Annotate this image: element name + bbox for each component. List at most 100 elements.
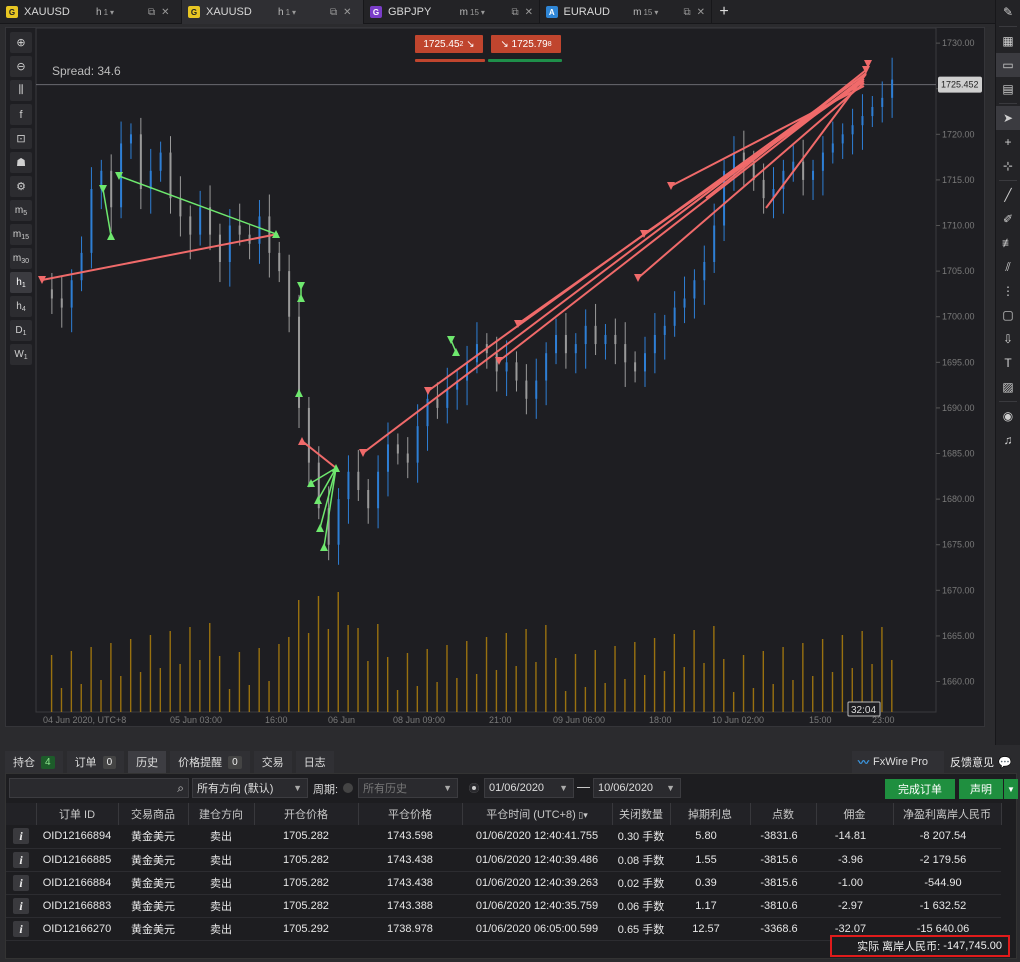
timeframe-h1[interactable]: h1	[10, 272, 32, 293]
add-tab-icon[interactable]: +	[712, 0, 736, 23]
direction-select[interactable]: 所有方向 (默认) ▼	[192, 778, 308, 798]
rectangle-icon[interactable]: ▢	[996, 303, 1020, 327]
candles-icon[interactable]: ⫼	[10, 80, 32, 101]
bottom-tab-3[interactable]: 价格提醒 0	[170, 751, 250, 773]
timeframe-m15[interactable]: m 15	[10, 224, 32, 245]
detach-icon[interactable]: ⧉	[511, 7, 518, 18]
chart-tab-gbpjpy[interactable]: G GBPJPY m 15 ▾ ⧉ ✕	[364, 0, 540, 24]
single-layout-icon[interactable]: ▭	[996, 53, 1020, 77]
timeframe-selector[interactable]: m 15 ▾	[629, 7, 677, 18]
chart-tab-xauusd[interactable]: G XAUUSD h 1 ▾ ⧉ ✕	[0, 0, 182, 24]
chart-tab-euraud[interactable]: A EURAUD m 15 ▾ ⧉ ✕	[540, 0, 712, 24]
column-header[interactable]: 佣金	[816, 803, 894, 825]
grid-layout-icon[interactable]: ▦	[996, 29, 1020, 53]
fib-tool-icon[interactable]: ≢	[996, 231, 1020, 255]
candle-body	[238, 225, 241, 235]
bottom-tab-5[interactable]: 日志	[295, 751, 334, 773]
text-tool-icon[interactable]: T	[996, 351, 1020, 375]
sort-icon[interactable]: ▯▾	[576, 810, 587, 820]
date-range-radio[interactable]	[469, 783, 479, 793]
levels-icon[interactable]: ⋮	[996, 279, 1020, 303]
fxwire-button[interactable]: 〰 FxWire Pro	[852, 751, 944, 773]
close-icon[interactable]: ✕	[161, 7, 169, 18]
info-icon[interactable]: i	[13, 828, 29, 845]
history-search-input[interactable]: ⌕	[9, 778, 189, 798]
detach-icon[interactable]: ⧉	[148, 7, 155, 18]
measure-icon[interactable]: ⊹	[996, 154, 1020, 178]
info-icon[interactable]: i	[13, 920, 29, 937]
timeframe-selector[interactable]: m 15 ▾	[456, 7, 506, 18]
search-icon: ⌕	[177, 780, 184, 795]
bot-icon[interactable]: ⊡	[10, 128, 32, 149]
chart-tab-xauusd[interactable]: G XAUUSD h 1 ▾ ⧉ ✕	[182, 0, 364, 24]
statement-button[interactable]: 声明	[959, 779, 1003, 799]
chart-area[interactable]: 1730.001725.001720.001715.001710.001705.…	[5, 27, 985, 727]
date-to-field[interactable]: 10/06/2020 ▼	[593, 778, 681, 798]
crosshair-icon[interactable]: +	[996, 130, 1020, 154]
facebook-icon[interactable]: f	[10, 104, 32, 125]
column-header[interactable]: 交易商品	[118, 803, 189, 825]
period-select[interactable]: 所有历史 ▼	[358, 778, 458, 798]
period-radio[interactable]	[343, 783, 353, 793]
bottom-tab-4[interactable]: 交易	[253, 751, 292, 773]
close-icon[interactable]: ✕	[343, 7, 351, 18]
candle-body	[347, 471, 350, 500]
total-label: 实际 离岸人民币:	[857, 941, 941, 953]
info-icon[interactable]: i	[13, 851, 29, 868]
timeframe-selector[interactable]: h1 ▾	[274, 7, 324, 18]
column-header[interactable]: 平仓时间 (UTC+8) ▯▾	[462, 803, 613, 825]
bottom-tab-1[interactable]: 订单 0	[66, 751, 125, 773]
column-header[interactable]: 订单 ID	[36, 803, 119, 825]
column-header[interactable]: 关闭数量	[612, 803, 671, 825]
buy-price-button[interactable]: ↘ 1725.79 8	[491, 35, 561, 53]
table-row[interactable]: i OID12166894 黄金美元 卖出 1705.282 1743.598 01/06/…	[6, 825, 1001, 849]
column-header[interactable]: 建仓方向	[188, 803, 255, 825]
arrow-down-icon[interactable]: ⇩	[996, 327, 1020, 351]
bottom-tab-2[interactable]: 历史	[128, 751, 167, 773]
timeframe-W1[interactable]: W1	[10, 344, 32, 365]
timeframe-D1[interactable]: D1	[10, 320, 32, 341]
info-icon[interactable]: i	[13, 874, 29, 891]
bottom-tab-0[interactable]: 持仓 4	[5, 751, 63, 773]
camera-icon[interactable]: ◉	[996, 404, 1020, 428]
sell-price-button[interactable]: 1725.45 2 ↘	[415, 35, 483, 53]
image-icon[interactable]: ▨	[996, 375, 1020, 399]
column-header[interactable]: 点数	[750, 803, 817, 825]
feedback-button[interactable]: 反馈意见 💬	[950, 751, 1012, 773]
volume-bar	[466, 641, 468, 712]
alert-bell-icon[interactable]: ♫	[996, 428, 1020, 452]
timeframe-m5[interactable]: m5	[10, 200, 32, 221]
layout-edit-icon[interactable]: ✎	[996, 0, 1020, 24]
cell-time: 01/06/2020 06:05:00.599	[462, 917, 612, 941]
channel-tool-icon[interactable]: ⫽	[996, 255, 1020, 279]
column-header[interactable]: 平仓价格	[358, 803, 463, 825]
complete-orders-button[interactable]: 完成订单	[885, 779, 955, 799]
split-layout-icon[interactable]: ▤	[996, 77, 1020, 101]
table-row[interactable]: i OID12166883 黄金美元 卖出 1705.282 1743.388 01/06/…	[6, 894, 1001, 918]
detach-icon[interactable]: ⧉	[330, 7, 337, 18]
close-icon[interactable]: ✕	[525, 7, 533, 18]
date-from-field[interactable]: 01/06/2020 ▼	[484, 778, 574, 798]
table-row[interactable]: i OID12166885 黄金美元 卖出 1705.282 1743.438 01/06/…	[6, 848, 1001, 872]
timeframe-h4[interactable]: h4	[10, 296, 32, 317]
column-header[interactable]: 开仓价格	[254, 803, 359, 825]
column-header[interactable]: 掉期利息	[670, 803, 751, 825]
line-tool-icon[interactable]: ╱	[996, 183, 1020, 207]
close-icon[interactable]: ✕	[697, 7, 705, 18]
zoom-out-icon[interactable]: ⊖	[10, 56, 32, 77]
price-chart[interactable]: 1730.001725.001720.001715.001710.001705.…	[6, 28, 986, 728]
table-row[interactable]: i OID12166884 黄金美元 卖出 1705.282 1743.438 01/06/…	[6, 871, 1001, 895]
detach-icon[interactable]: ⧉	[683, 7, 690, 18]
period-value: 所有历史	[363, 783, 407, 795]
timeframe-selector[interactable]: h1 ▾	[92, 7, 142, 18]
info-icon[interactable]: i	[13, 897, 29, 914]
settings-icon[interactable]: ⚙	[10, 176, 32, 197]
statement-dropdown-icon[interactable]: ▼	[1004, 779, 1018, 799]
zoom-in-icon[interactable]: ⊕	[10, 32, 32, 53]
candle-body	[139, 134, 142, 190]
cursor-icon[interactable]: ➤	[996, 106, 1020, 130]
timeframe-m30[interactable]: m 30	[10, 248, 32, 269]
incognito-icon[interactable]: ☗	[10, 152, 32, 173]
column-header[interactable]: 净盈利离岸人民币	[893, 803, 1002, 825]
pencil-icon[interactable]: ✐	[996, 207, 1020, 231]
